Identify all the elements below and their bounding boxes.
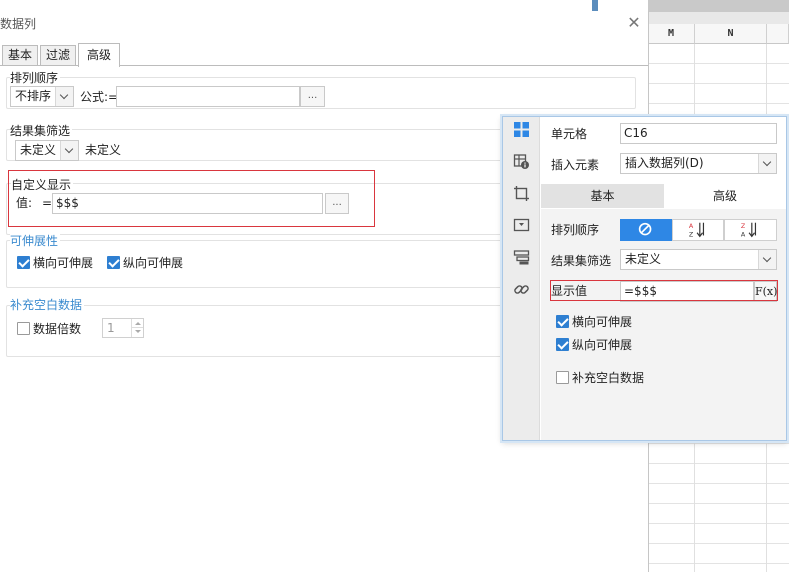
sheet-toolbar-band (648, 0, 789, 12)
chevron-down-icon[interactable] (55, 87, 73, 106)
sort-order-value: 不排序 (15, 89, 52, 103)
panel-blank-data-label: 补充空白数据 (572, 371, 645, 385)
panel-filter-label: 结果集筛选 (551, 254, 612, 268)
sort-descending-icon: Z A (741, 222, 757, 238)
chevron-down-icon[interactable] (758, 250, 776, 269)
cell-label: 单元格 (551, 127, 588, 141)
panel-vertical-expand-checkbox[interactable] (556, 338, 569, 351)
sort-order-select[interactable]: 不排序 (10, 86, 74, 107)
panel-horizontal-expand-label: 横向可伸展 (572, 315, 633, 329)
no-sort-icon (638, 222, 652, 236)
hyperlink-icon[interactable] (513, 281, 530, 298)
highlight-box (8, 170, 375, 227)
filter-group-label: 结果集筛选 (10, 122, 73, 139)
panel-tab-advanced[interactable]: 高级 (664, 184, 786, 208)
sort-formula-edit-button[interactable]: ... (300, 86, 325, 107)
chevron-down-icon[interactable] (60, 141, 78, 160)
panel-blank-data-checkbox[interactable] (556, 371, 569, 384)
sheet-scroll-marker (592, 0, 598, 11)
panel-vertical-expand-label: 纵向可伸展 (572, 338, 633, 352)
chevron-down-icon[interactable] (758, 154, 776, 173)
data-multiple-stepper[interactable]: 1 (102, 318, 144, 338)
panel-horizontal-expand-checkbox[interactable] (556, 315, 569, 328)
svg-text:Z: Z (689, 231, 694, 238)
insert-element-label: 插入元素 (551, 158, 600, 172)
data-multiple-label: 数据倍数 (33, 322, 82, 336)
insert-element-select[interactable]: 插入数据列(D) (620, 153, 777, 174)
svg-text:Z: Z (741, 223, 746, 230)
formula-label: 公式:= (80, 90, 119, 104)
sheet-toolbar-band-2 (648, 12, 789, 24)
frame-icon[interactable] (513, 185, 530, 202)
svg-text:A: A (741, 231, 746, 238)
cell-attribute-icon[interactable] (513, 153, 530, 170)
condition-attribute-icon[interactable] (513, 249, 530, 266)
column-header-n[interactable]: N (695, 24, 767, 44)
tab-advanced[interactable]: 高级 (78, 43, 120, 67)
close-icon[interactable]: ✕ (626, 15, 642, 31)
horizontal-expand-label: 横向可伸展 (33, 256, 94, 270)
expand-group-label: 可伸展性 (10, 232, 61, 249)
column-header-m[interactable]: M (648, 24, 695, 44)
result-filter-value: 未定义 (20, 143, 57, 157)
stepper-down-icon[interactable] (131, 328, 143, 337)
dialog-title: 数据列 (0, 17, 37, 31)
sort-descending-button[interactable]: Z A (724, 219, 777, 241)
display-value-highlight (550, 280, 778, 301)
panel-icon-bar (503, 117, 540, 440)
cell-address-input[interactable]: C16 (620, 123, 777, 144)
insert-element-value: 插入数据列(D) (625, 156, 704, 170)
tab-basic[interactable]: 基本 (2, 45, 38, 66)
vertical-expand-label: 纵向可伸展 (123, 256, 184, 270)
column-header-next[interactable] (767, 24, 789, 44)
horizontal-expand-checkbox[interactable] (17, 256, 30, 269)
vertical-expand-checkbox[interactable] (107, 256, 120, 269)
sort-formula-input[interactable] (116, 86, 300, 107)
panel-filter-select[interactable]: 未定义 (620, 249, 777, 270)
sort-ascending-icon: A Z (689, 222, 705, 238)
sort-ascending-button[interactable]: A Z (672, 219, 724, 241)
data-multiple-checkbox[interactable] (17, 322, 30, 335)
svg-text:A: A (689, 223, 694, 230)
sort-group-label: 排列顺序 (10, 69, 61, 86)
result-filter-status: 未定义 (85, 143, 122, 157)
widget-icon[interactable] (513, 217, 530, 234)
cell-element-icon[interactable] (513, 121, 530, 138)
stepper-up-icon[interactable] (131, 319, 143, 328)
cell-property-panel: 单元格 C16 插入元素 插入数据列(D) 基本 高级 排列顺序 A Z Z A (502, 116, 787, 441)
data-multiple-value: 1 (107, 321, 115, 335)
panel-sort-label: 排列顺序 (551, 223, 600, 237)
panel-filter-value: 未定义 (625, 252, 662, 266)
tab-filter[interactable]: 过滤 (40, 45, 76, 66)
panel-tab-basic[interactable]: 基本 (541, 184, 664, 208)
blank-data-label: 补充空白数据 (10, 296, 85, 313)
no-sort-button[interactable] (620, 219, 672, 241)
result-filter-select[interactable]: 未定义 (15, 140, 79, 161)
